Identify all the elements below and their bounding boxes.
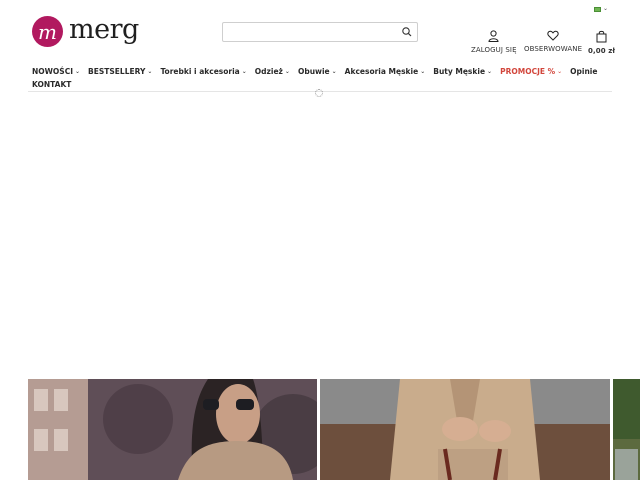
search-input[interactable] <box>223 27 393 45</box>
banner-woman-sunglasses[interactable] <box>28 379 317 480</box>
nav-item-odziez[interactable]: Odzież ⌄ <box>255 67 290 76</box>
logo-mark: m <box>32 16 63 47</box>
banner-image <box>28 379 317 480</box>
chevron-down-icon: ⌄ <box>75 68 81 75</box>
login-button[interactable]: ZALOGUJ SIĘ <box>471 30 517 54</box>
wishlist-label: OBSERWOWANE <box>524 45 583 53</box>
nav-item-nowosci[interactable]: NOWOŚCI ⌄ <box>32 67 80 76</box>
nav-row-1: NOWOŚCI ⌄ BESTSELLERY ⌄ Torebki i akceso… <box>32 66 612 77</box>
heart-icon <box>547 30 559 41</box>
nav-item-label: Akcesoria Męskie <box>344 67 419 76</box>
chevron-down-icon: ⌄ <box>557 68 563 75</box>
nav-item-label: NOWOŚCI <box>32 67 73 76</box>
nav-item-obuwie[interactable]: Obuwie ⌄ <box>298 67 337 76</box>
nav-item-opinie[interactable]: Opinie <box>570 67 597 76</box>
login-label: ZALOGUJ SIĘ <box>471 46 517 54</box>
logo-text: merg <box>69 14 139 45</box>
chevron-down-icon: ⌄ <box>284 68 290 75</box>
chevron-down-icon: ⌄ <box>487 68 493 75</box>
nav-item-torebki[interactable]: Torebki i akcesoria ⌄ <box>160 67 246 76</box>
user-icon <box>488 30 499 42</box>
nav-item-bestsellery[interactable]: BESTSELLERY ⌄ <box>88 67 152 76</box>
nav-item-label: Obuwie <box>297 67 330 76</box>
bag-icon <box>596 30 607 43</box>
search-box <box>222 22 418 45</box>
logo[interactable]: m merg <box>32 16 139 47</box>
nav-item-buty-meskie[interactable]: Buty Męskie ⌄ <box>433 67 492 76</box>
chevron-down-icon: ⌄ <box>241 68 247 75</box>
nav-item-promocje[interactable]: PROMOCJE % ⌄ <box>500 67 562 76</box>
chevron-down-icon: ⌄ <box>603 5 609 12</box>
flag-icon <box>594 6 601 12</box>
nav-item-label: Opinie <box>570 67 598 76</box>
nav-item-label: KONTAKT <box>32 80 72 89</box>
banner-image <box>320 379 610 480</box>
nav-item-label: Odzież <box>254 67 283 76</box>
chevron-down-icon: ⌄ <box>420 68 426 75</box>
nav-item-label: PROMOCJE % <box>500 67 556 76</box>
nav-item-akcesoria-meskie[interactable]: Akcesoria Męskie ⌄ <box>345 67 426 76</box>
cart-button[interactable]: 0,00 zł <box>588 30 615 55</box>
nav-row-2: KONTAKT <box>32 79 612 90</box>
chevron-down-icon: ⌄ <box>331 68 337 75</box>
main-nav: NOWOŚCI ⌄ BESTSELLERY ⌄ Torebki i akceso… <box>32 66 612 90</box>
language-switch[interactable]: ⌄ <box>594 6 608 12</box>
chevron-down-icon: ⌄ <box>147 68 153 75</box>
nav-item-label: Buty Męskie <box>433 67 486 76</box>
nav-item-label: BESTSELLERY <box>88 67 146 76</box>
banner-image <box>613 379 640 480</box>
loading-spinner-icon <box>315 89 323 97</box>
nav-item-label: Torebki i akcesoria <box>160 67 240 76</box>
cart-total: 0,00 zł <box>588 47 616 55</box>
search-icon[interactable] <box>401 26 413 38</box>
nav-item-kontakt[interactable]: KONTAKT <box>32 80 71 89</box>
banner-partial-right[interactable] <box>613 379 640 480</box>
wishlist-button[interactable]: OBSERWOWANE <box>524 30 582 53</box>
banner-beige-suit-handbag[interactable] <box>320 379 610 480</box>
